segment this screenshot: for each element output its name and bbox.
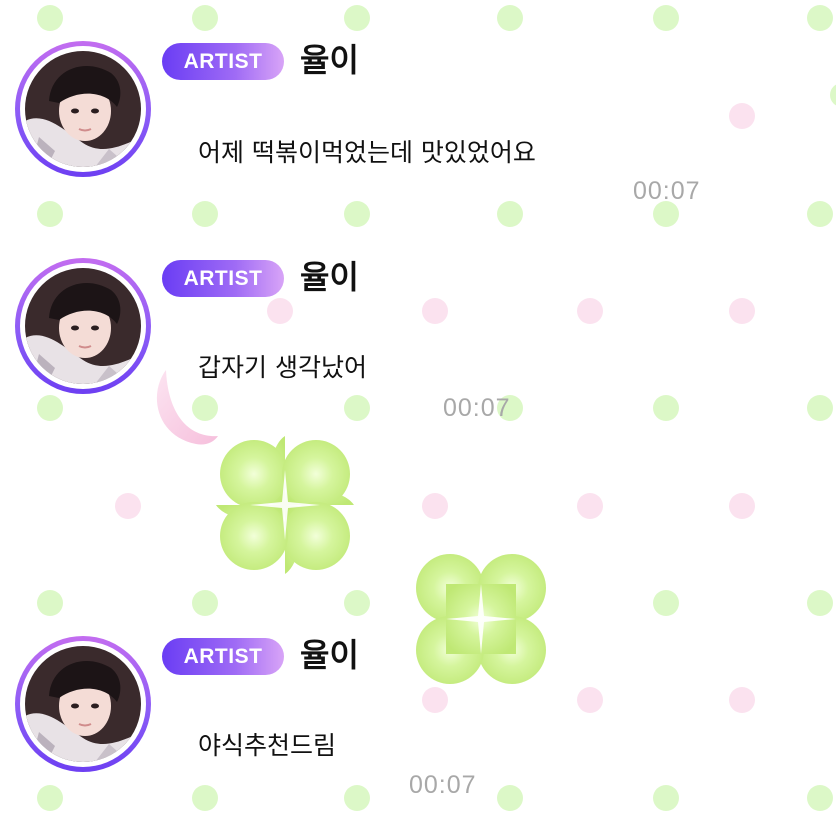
- sender-name: 율이: [300, 636, 359, 674]
- message-text: 야식추천드림: [198, 731, 337, 760]
- avatar-photo: [25, 646, 141, 762]
- message-timestamp: 00:07: [633, 177, 701, 205]
- artist-badge: ARTIST: [162, 260, 284, 297]
- avatar[interactable]: [15, 41, 151, 177]
- sender-name: 율이: [300, 41, 359, 79]
- message-text: 어제 떡볶이먹었는데 맛있었어요: [198, 138, 536, 167]
- avatar-photo: [25, 51, 141, 167]
- chat-message: ARTIST 율이 갑자기 생각났어 00:07: [0, 217, 836, 422]
- artist-badge: ARTIST: [162, 638, 284, 675]
- artist-badge: ARTIST: [162, 43, 284, 80]
- avatar[interactable]: [15, 258, 151, 394]
- avatar[interactable]: [15, 636, 151, 772]
- message-timestamp: 00:07: [443, 394, 511, 422]
- avatar-photo: [25, 268, 141, 384]
- four-leaf-clover-icon: [216, 436, 354, 574]
- message-text: 갑자기 생각났어: [198, 353, 367, 382]
- message-timestamp: 00:07: [409, 771, 477, 799]
- sender-name: 율이: [300, 258, 359, 296]
- chat-message: ARTIST 율이 어제 떡볶이먹었는데 맛있었어요 00:07: [0, 0, 836, 205]
- chat-message: ARTIST 율이 야식추천드림 00:07: [0, 595, 836, 799]
